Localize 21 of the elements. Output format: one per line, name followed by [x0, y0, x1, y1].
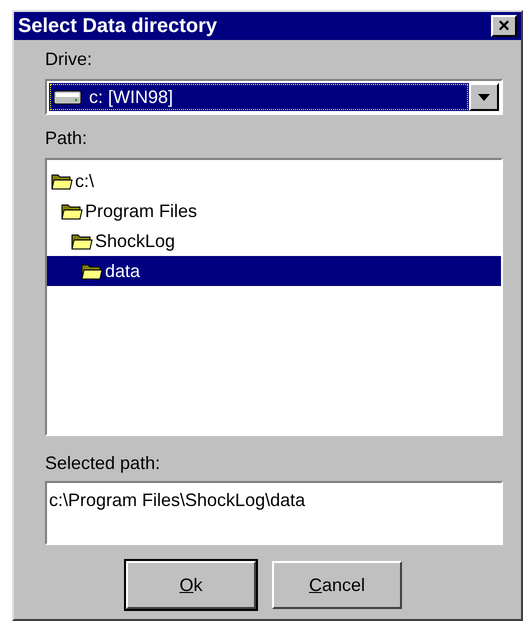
dialog-button[interactable]: Cancel — [272, 561, 402, 609]
folder-icon — [61, 202, 83, 220]
dialog-button[interactable]: Ok — [126, 561, 256, 609]
folder-item[interactable]: c:\ — [47, 166, 501, 196]
folder-icon — [81, 262, 103, 280]
drive-label: Drive: — [45, 48, 94, 71]
drive-icon — [53, 88, 83, 106]
close-button[interactable]: × — [491, 15, 517, 37]
folder-icon — [51, 172, 73, 190]
dropdown-arrow-button[interactable] — [469, 83, 499, 111]
selected-path-field[interactable]: c:\Program Files\ShockLog\data — [45, 481, 503, 545]
selected-path-label: Selected path: — [45, 452, 162, 475]
drive-value: c: [WIN98] — [49, 83, 469, 111]
caret-icon — [478, 94, 490, 100]
drive-dropdown[interactable]: c: [WIN98] — [45, 79, 503, 115]
window-title: Select Data directory — [18, 14, 217, 39]
folder-icon — [71, 232, 93, 250]
folder-item[interactable]: ShockLog — [47, 226, 501, 256]
folder-item[interactable]: Program Files — [47, 196, 501, 226]
folder-item[interactable]: data — [47, 256, 501, 286]
path-label: Path: — [45, 127, 88, 150]
